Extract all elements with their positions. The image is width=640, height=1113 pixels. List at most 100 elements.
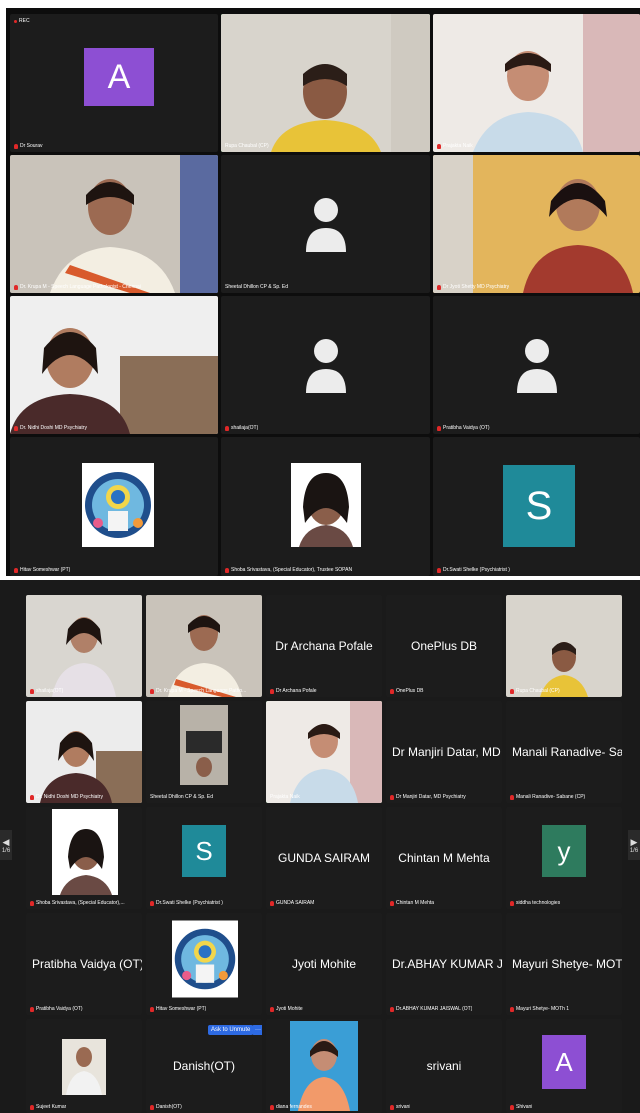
participant-name: Prajakta Naik — [437, 143, 473, 149]
participant-tile[interactable]: Shoba Srivastava, (Special Educator), Tr… — [221, 437, 430, 576]
participant-tile[interactable]: diana fernandes — [266, 1019, 382, 1113]
participant-name: Hitav Someshwar (PT) — [150, 1006, 206, 1012]
participant-tile[interactable]: GUNDA SAIRAM GUNDA SAIRAM — [266, 807, 382, 909]
mic-muted-icon — [30, 900, 34, 906]
participant-tile[interactable]: Dr.ABHAY KUMAR JAIS... Dr.ABHAY KUMAR JA… — [386, 913, 502, 1015]
participant-video — [433, 14, 640, 152]
participant-tile[interactable]: Mayuri Shetye- MOTh 1 Mayuri Shetye- MOT… — [506, 913, 622, 1015]
participant-tile[interactable]: S Dr.Swati Shelke (Psychiatrist ) — [433, 437, 640, 576]
participant-tile[interactable]: Rupa Chaubal (CP) — [506, 595, 622, 697]
participant-name: Dr Jyoti Shetty MD Psychiatry — [437, 284, 509, 290]
participant-display-name: Jyoti Mohite — [291, 957, 357, 971]
mic-muted-icon — [30, 1006, 34, 1012]
avatar: A — [542, 1035, 586, 1089]
participant-name: Chintan M Mehta — [390, 900, 434, 906]
mic-muted-icon — [30, 1104, 34, 1110]
mic-muted-icon — [510, 1104, 514, 1110]
participant-tile[interactable]: Dr. Krupa M - Speech Language Pathologis… — [10, 155, 218, 293]
participant-tile[interactable]: Jyoti Mohite Jyoti Mohite — [266, 913, 382, 1015]
participant-tile[interactable]: Dr. Nidhi Doshi MD Psychiatry — [10, 296, 218, 434]
participant-tile[interactable]: y siddha technologies — [506, 807, 622, 909]
participant-name: Dr. Krupa M - Speech Language Pathologis… — [14, 284, 141, 290]
participant-tile[interactable]: S Dr.Swati Shelke (Psychiatrist ) — [146, 807, 262, 909]
participant-name: Pratibha Vaidya (OT) — [437, 425, 490, 431]
participant-name: Dr.Swati Shelke (Psychiatrist ) — [437, 567, 510, 573]
participant-name: Dr.Swati Shelke (Psychiatrist ) — [150, 900, 223, 906]
participant-tile[interactable]: Manali Ranadive- Saban... Manali Ranadiv… — [506, 701, 622, 803]
participant-name: Prajakta Naik — [270, 794, 300, 800]
mic-muted-icon — [390, 794, 394, 800]
mic-muted-icon — [150, 688, 154, 694]
mic-muted-icon — [390, 688, 394, 694]
participant-tile[interactable]: Sheetal Dhillon CP & Sp. Ed — [146, 701, 262, 803]
more-options-button[interactable]: ··· — [252, 1025, 262, 1035]
top-gallery-view: REC A Dr Sourav Rupa Chaubal (CP) Prajak… — [6, 8, 640, 576]
participant-video — [290, 1021, 358, 1111]
participant-name: Pratibha Vaidya (OT) — [30, 1006, 83, 1012]
avatar — [82, 463, 154, 547]
participant-tile[interactable]: shailaja(OT) — [221, 296, 430, 434]
participant-name: Manali Ranadive- Sabane (CP) — [510, 794, 585, 800]
ask-to-unmute-button[interactable]: Ask to Unmute — [208, 1025, 254, 1035]
participant-name: shailaja(OT) — [30, 688, 63, 694]
prev-page-button[interactable]: ◀ 1/6 — [0, 830, 12, 860]
mic-muted-icon — [150, 1006, 154, 1012]
participant-display-name: srivani — [426, 1059, 462, 1073]
participant-name: Dr Archana Pofale — [270, 688, 317, 694]
participant-video — [506, 595, 622, 697]
participant-display-name: Danish(OT) — [172, 1059, 235, 1073]
mic-muted-icon — [510, 794, 514, 800]
participant-tile[interactable]: Dr Archana Pofale Dr Archana Pofale — [266, 595, 382, 697]
participant-tile[interactable]: Dr. Nidhi Doshi MD Psychiatry — [26, 701, 142, 803]
participant-tile[interactable]: Dr Manjiri Datar, MD Psy... Dr Manjiri D… — [386, 701, 502, 803]
record-dot-icon — [14, 19, 17, 23]
participant-name: Sheetal Dhillon CP & Sp. Ed — [225, 284, 289, 290]
participant-tile[interactable]: Dr Jyoti Shetty MD Psychiatry — [433, 155, 640, 293]
participant-display-name: GUNDA SAIRAM — [277, 851, 370, 865]
participant-tile[interactable]: Ask to Unmute ··· Danish(OT) Danish(OT) — [146, 1019, 262, 1113]
participant-tile[interactable]: Sheetal Dhillon CP & Sp. Ed — [221, 155, 430, 293]
mic-muted-icon — [30, 794, 34, 800]
participant-tile[interactable]: Chintan M Mehta Chintan M Mehta — [386, 807, 502, 909]
mic-muted-icon — [390, 900, 394, 906]
participant-tile[interactable]: Prajakta Naik — [433, 14, 640, 152]
participant-tile[interactable]: Pratibha Vaidya (OT) Pratibha Vaidya (OT… — [26, 913, 142, 1015]
participant-tile[interactable]: Shoba Srivastava, (Special Educator),... — [26, 807, 142, 909]
participant-name: OnePlus DB — [390, 688, 424, 694]
participant-tile[interactable]: A Shivani — [506, 1019, 622, 1113]
mic-muted-icon — [14, 284, 18, 290]
participant-tile[interactable]: srivani srivani — [386, 1019, 502, 1113]
participant-tile[interactable]: Sujeet Kumar — [26, 1019, 142, 1113]
participant-tile[interactable]: Hitav Someshwar (PT) — [146, 913, 262, 1015]
person-placeholder-icon — [305, 339, 346, 393]
participant-tile[interactable]: Rupa Chaubal (CP) — [221, 14, 430, 152]
mic-muted-icon — [270, 688, 274, 694]
participant-video — [221, 14, 430, 152]
mic-muted-icon — [437, 567, 441, 573]
mic-muted-icon — [270, 1006, 274, 1012]
participant-tile[interactable]: Hitav Someshwar (PT) — [10, 437, 218, 576]
participant-name: Dr. Nidhi Doshi MD Psychiatry — [14, 425, 87, 431]
participant-tile[interactable]: REC A Dr Sourav — [10, 14, 218, 152]
participant-name: Shivani — [510, 1104, 532, 1110]
participant-name: Rupa Chaubal (CP) — [510, 688, 560, 694]
participant-name: Jyoti Mohite — [270, 1006, 303, 1012]
bottom-gallery-view: ◀ 1/6 ▶ 1/6 shailaja(OT) Dr. Krupa M - S… — [0, 580, 640, 1113]
participant-tile[interactable]: Pratibha Vaidya (OT) — [433, 296, 640, 434]
participant-name: diana fernandes — [270, 1104, 312, 1110]
mic-muted-icon — [150, 1104, 154, 1110]
participant-tile[interactable]: Dr. Krupa M - Speech Language Patho... — [146, 595, 262, 697]
mic-muted-icon — [225, 425, 229, 431]
recording-indicator: REC — [14, 18, 30, 24]
participant-name: GUNDA SAIRAM — [270, 900, 314, 906]
participant-tile[interactable]: OnePlus DB OnePlus DB — [386, 595, 502, 697]
participant-name: Hitav Someshwar (PT) — [14, 567, 70, 573]
next-page-button[interactable]: ▶ 1/6 — [628, 830, 640, 860]
person-placeholder-icon — [516, 339, 557, 393]
mic-muted-icon — [510, 900, 514, 906]
participant-video — [146, 701, 262, 803]
mic-muted-icon — [390, 1104, 394, 1110]
participant-tile[interactable]: shailaja(OT) — [26, 595, 142, 697]
mic-muted-icon — [14, 143, 18, 149]
participant-tile[interactable]: Prajakta Naik — [266, 701, 382, 803]
